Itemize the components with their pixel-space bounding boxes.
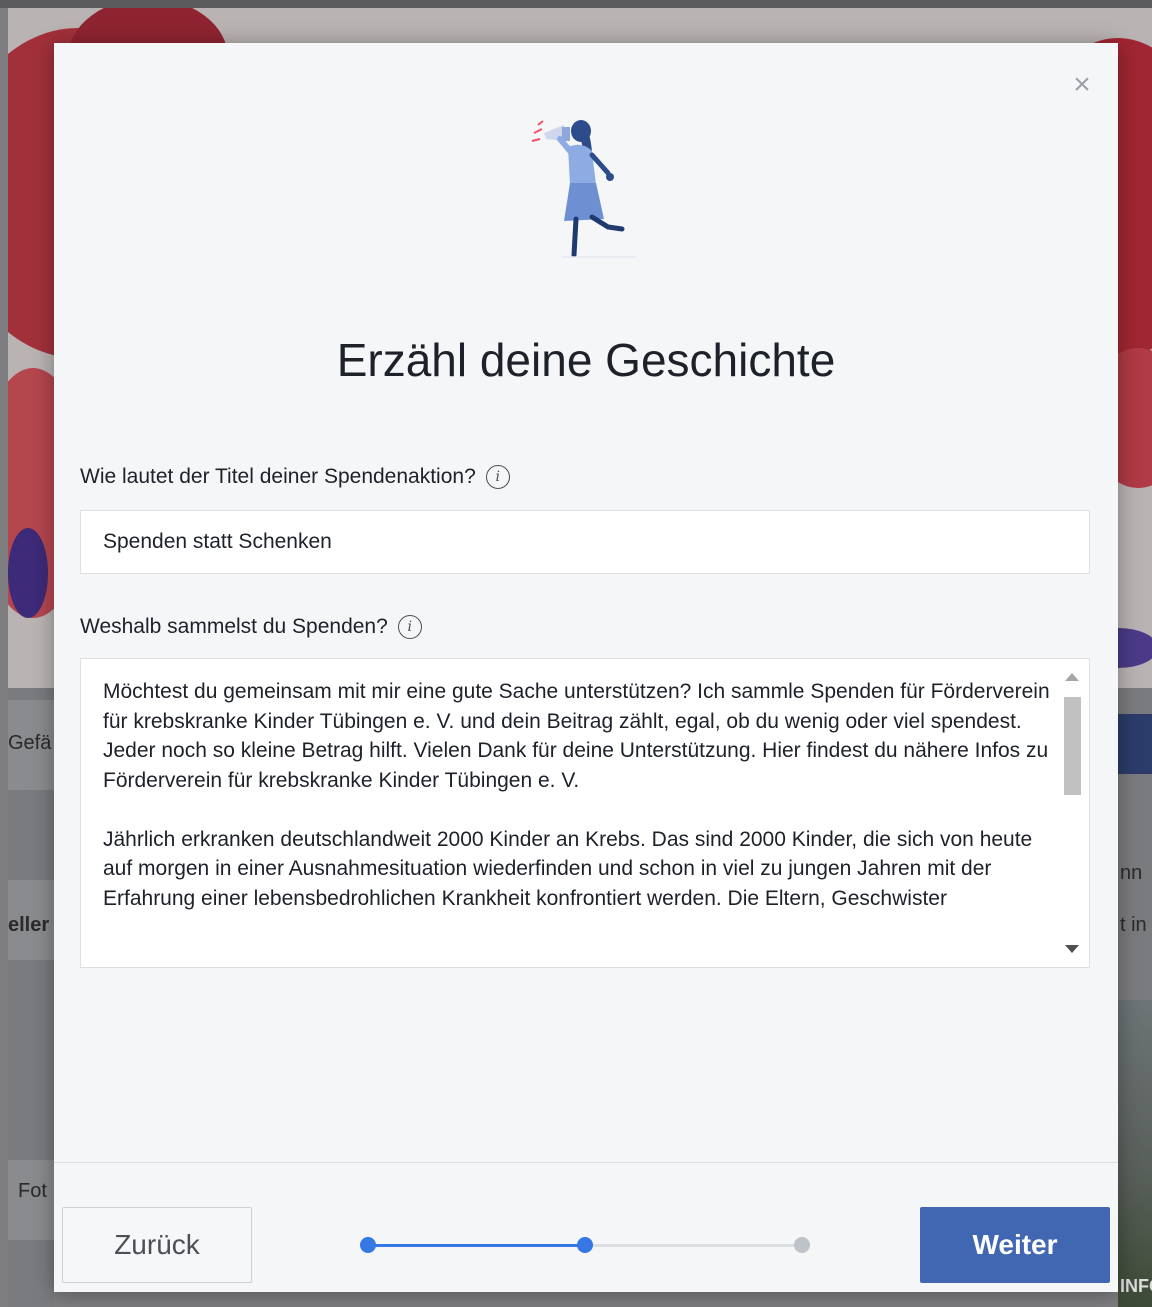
background-fragment-4: nn bbox=[1120, 862, 1143, 884]
background-fragment-2: eller bbox=[8, 914, 50, 936]
fundraiser-title-label: Wie lautet der Titel deiner Spendenaktio… bbox=[80, 465, 510, 489]
fundraiser-title-label-text: Wie lautet der Titel deiner Spendenaktio… bbox=[80, 465, 476, 488]
close-icon[interactable]: × bbox=[1068, 70, 1096, 100]
reason-text: Möchtest du gemeinsam mit mir eine gute … bbox=[103, 677, 1053, 943]
fundraiser-title-input[interactable]: Spenden statt Schenken bbox=[80, 510, 1090, 574]
info-icon[interactable]: i bbox=[397, 615, 422, 639]
textarea-scrollbar[interactable] bbox=[1055, 659, 1089, 967]
story-dialog: × Erzähl deine Geschichte Wie lautet der… bbox=[54, 43, 1118, 1292]
background-fragment-5: t in bbox=[1120, 914, 1147, 936]
reason-label-text: Weshalb sammelst du Spenden? bbox=[80, 615, 388, 638]
background-fragment-6: INFO FÖRD bbox=[1120, 1276, 1152, 1296]
reason-textarea[interactable]: Möchtest du gemeinsam mit mir eine gute … bbox=[80, 658, 1090, 968]
back-button[interactable]: Zurück bbox=[62, 1207, 252, 1283]
scrollbar-thumb[interactable] bbox=[1064, 697, 1081, 795]
background-blue-button bbox=[1118, 714, 1152, 774]
background-photo bbox=[1118, 1000, 1152, 1307]
dialog-title: Erzähl deine Geschichte bbox=[336, 334, 836, 386]
step-dot-2 bbox=[577, 1237, 593, 1253]
scroll-down-arrow-icon[interactable] bbox=[1065, 945, 1079, 953]
scroll-up-arrow-icon[interactable] bbox=[1065, 673, 1079, 681]
reason-label: Weshalb sammelst du Spenden? i bbox=[80, 615, 422, 639]
background-fragment-1: Gefä bbox=[8, 732, 52, 754]
background-topbar bbox=[0, 0, 1152, 8]
reason-paragraph: Jährlich erkranken deutschlandweit 2000 … bbox=[103, 827, 1033, 910]
megaphone-person-illustration bbox=[531, 120, 636, 258]
step-progress-line-complete bbox=[368, 1244, 585, 1247]
next-button[interactable]: Weiter bbox=[920, 1207, 1110, 1283]
step-dot-1 bbox=[360, 1237, 376, 1253]
step-progress-line-remaining bbox=[585, 1244, 802, 1247]
step-indicator bbox=[360, 1237, 810, 1253]
reason-paragraph: Möchtest du gemeinsam mit mir eine gute … bbox=[103, 680, 1050, 792]
step-dot-3 bbox=[794, 1237, 810, 1253]
background-fragment-3: Fot bbox=[18, 1180, 47, 1202]
dialog-footer: Zurück Weiter bbox=[54, 1162, 1118, 1292]
info-icon[interactable]: i bbox=[485, 465, 510, 489]
